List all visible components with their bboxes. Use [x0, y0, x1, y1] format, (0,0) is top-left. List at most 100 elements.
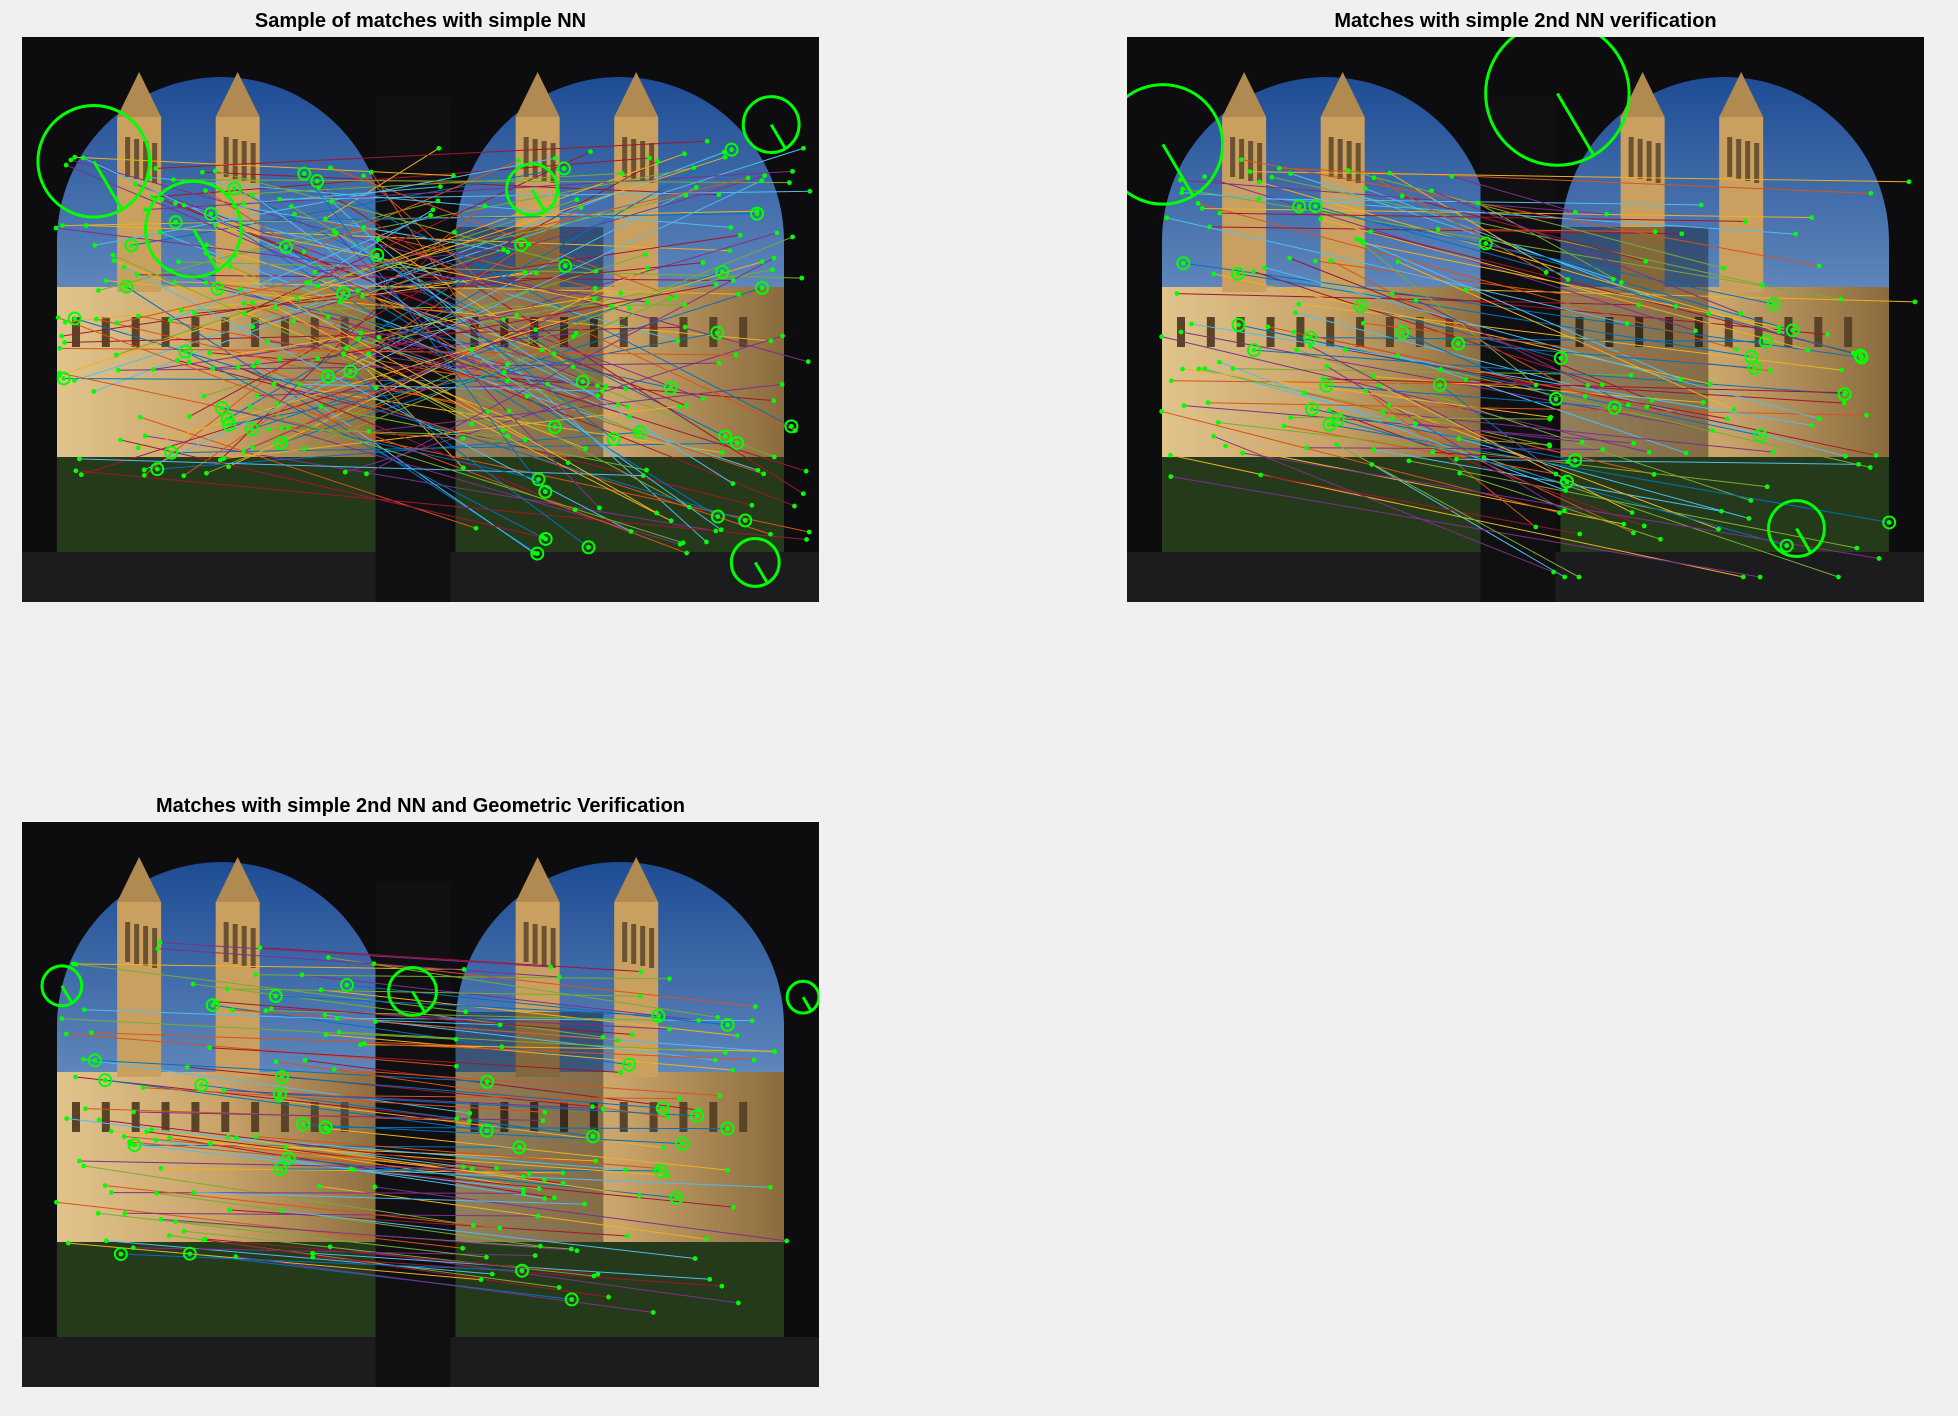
keypoint-right — [595, 393, 601, 399]
window — [739, 317, 748, 347]
keypoint-left — [328, 165, 333, 171]
keypoint-right — [484, 1079, 490, 1085]
window — [1385, 317, 1394, 347]
keypoint-left — [1215, 420, 1221, 425]
keypoint-right — [682, 151, 687, 157]
keypoint-left — [1195, 200, 1201, 206]
keypoint-right — [516, 157, 522, 163]
keypoint-right — [485, 408, 491, 414]
keypoint-left — [282, 437, 288, 443]
keypoint-left — [1323, 383, 1329, 389]
keypoint-left — [1291, 329, 1297, 335]
window — [241, 926, 247, 966]
keypoint-left — [207, 350, 213, 356]
keypoint-right — [460, 465, 466, 471]
keypoint-right — [801, 145, 806, 151]
keypoint-left — [1328, 258, 1334, 264]
keypoint-left — [273, 1059, 279, 1065]
keypoint-right — [1693, 328, 1698, 334]
keypoint-right — [1776, 324, 1782, 330]
keypoint-right — [574, 1248, 580, 1254]
keypoint-left — [1395, 259, 1401, 265]
keypoint-right — [1646, 449, 1652, 455]
keypoint-right — [1824, 332, 1830, 337]
keypoint-left — [300, 1122, 306, 1127]
keypoint-left — [1178, 329, 1184, 335]
keypoint-right — [644, 265, 650, 271]
keypoint-left — [1481, 455, 1487, 460]
keypoint-left — [121, 264, 127, 270]
keypoint-left — [72, 316, 78, 321]
keypoint-left — [373, 385, 379, 391]
keypoint-right — [539, 347, 545, 353]
keypoint-left — [81, 1163, 87, 1169]
keypoint-left — [1262, 265, 1267, 270]
keypoint-left — [56, 372, 62, 378]
keypoint-right — [504, 378, 510, 384]
keypoint-left — [132, 181, 138, 187]
keypoint-right — [654, 510, 659, 516]
keypoint-left — [279, 1208, 285, 1214]
keypoint-left — [1389, 291, 1395, 297]
keypoint-right — [717, 1093, 723, 1098]
keypoint-right — [1816, 416, 1822, 421]
keypoint-left — [331, 1066, 337, 1072]
keypoint-left — [140, 1085, 146, 1091]
keypoint-left — [155, 946, 161, 952]
keypoint-right — [1561, 508, 1567, 514]
keypoint-left — [1395, 353, 1401, 359]
keypoint-left — [1387, 170, 1393, 176]
keypoint-left — [210, 366, 216, 371]
keypoint-left — [102, 1183, 108, 1189]
keypoint-left — [1371, 175, 1377, 181]
keypoint-left — [277, 356, 282, 362]
keypoint-left — [361, 1041, 367, 1047]
keypoint-left — [254, 393, 260, 399]
keypoint-right — [1629, 510, 1635, 515]
keypoint-left — [1358, 303, 1364, 309]
keypoint-right — [1864, 412, 1869, 418]
keypoint-left — [173, 219, 179, 225]
keypoint-left — [187, 414, 192, 419]
keypoint-right — [655, 159, 660, 164]
keypoint-left — [342, 469, 348, 475]
keypoint-left — [76, 456, 82, 462]
window — [649, 143, 655, 183]
keypoint-right — [1752, 365, 1757, 371]
keypoint-left — [1326, 407, 1332, 413]
keypoint-right — [679, 1141, 685, 1147]
keypoint-left — [78, 472, 84, 478]
window — [223, 137, 229, 177]
keypoint-right — [673, 294, 679, 300]
keypoint-right — [704, 138, 710, 144]
keypoint-right — [727, 248, 733, 254]
keypoint-left — [122, 1210, 128, 1216]
keypoint-right — [780, 333, 785, 339]
keypoint-right — [1706, 310, 1712, 316]
keypoint-right — [733, 352, 739, 358]
window — [134, 924, 140, 964]
keypoint-right — [1748, 498, 1754, 503]
keypoint-left — [250, 363, 256, 369]
keypoint-left — [1256, 196, 1262, 202]
keypoint-left — [203, 188, 208, 193]
keypoint-left — [294, 296, 300, 302]
keypoint-right — [799, 275, 805, 281]
keypoint-right — [536, 1186, 542, 1192]
keypoint-right — [619, 171, 625, 176]
keypoint-right — [696, 1017, 702, 1023]
keypoint-left — [219, 405, 225, 411]
keypoint-right — [759, 285, 765, 291]
keypoint-right — [1906, 179, 1912, 185]
keypoint-right — [1582, 394, 1588, 399]
keypoint-right — [715, 514, 721, 519]
window — [622, 137, 628, 177]
window — [221, 1102, 230, 1132]
keypoint-left — [1429, 188, 1434, 194]
keypoint-right — [700, 260, 706, 265]
keypoint-right — [749, 1018, 755, 1024]
keypoint-left — [344, 982, 350, 988]
keypoint-left — [92, 242, 98, 248]
window — [1230, 137, 1236, 177]
keypoint-right — [615, 402, 621, 408]
